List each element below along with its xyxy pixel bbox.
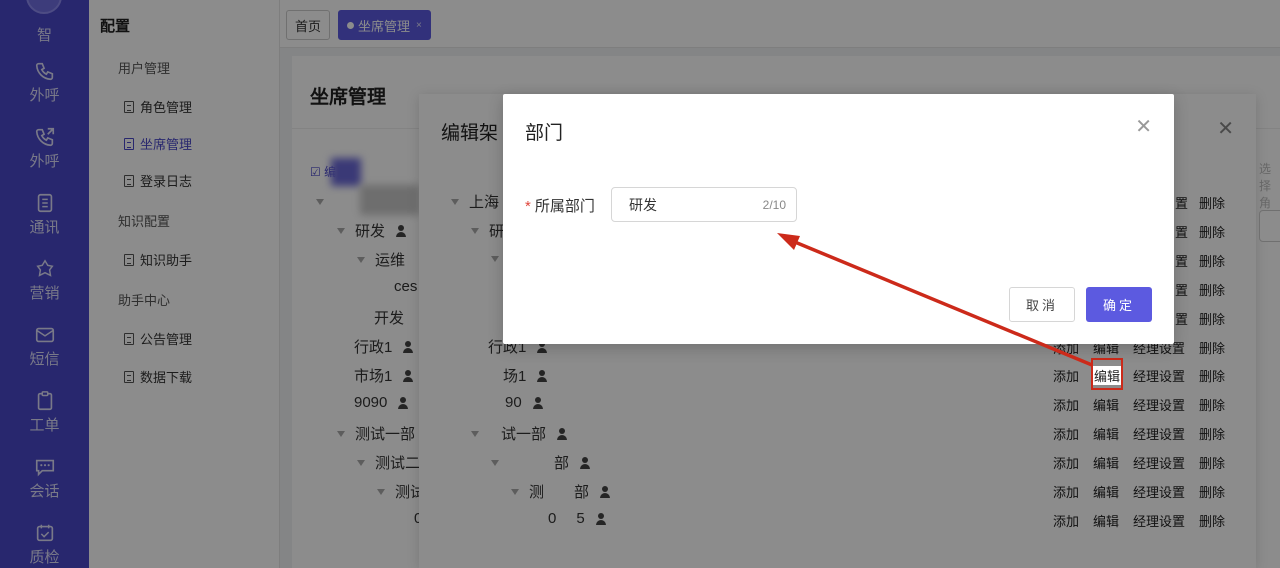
- annotation-arrow: [777, 233, 1093, 367]
